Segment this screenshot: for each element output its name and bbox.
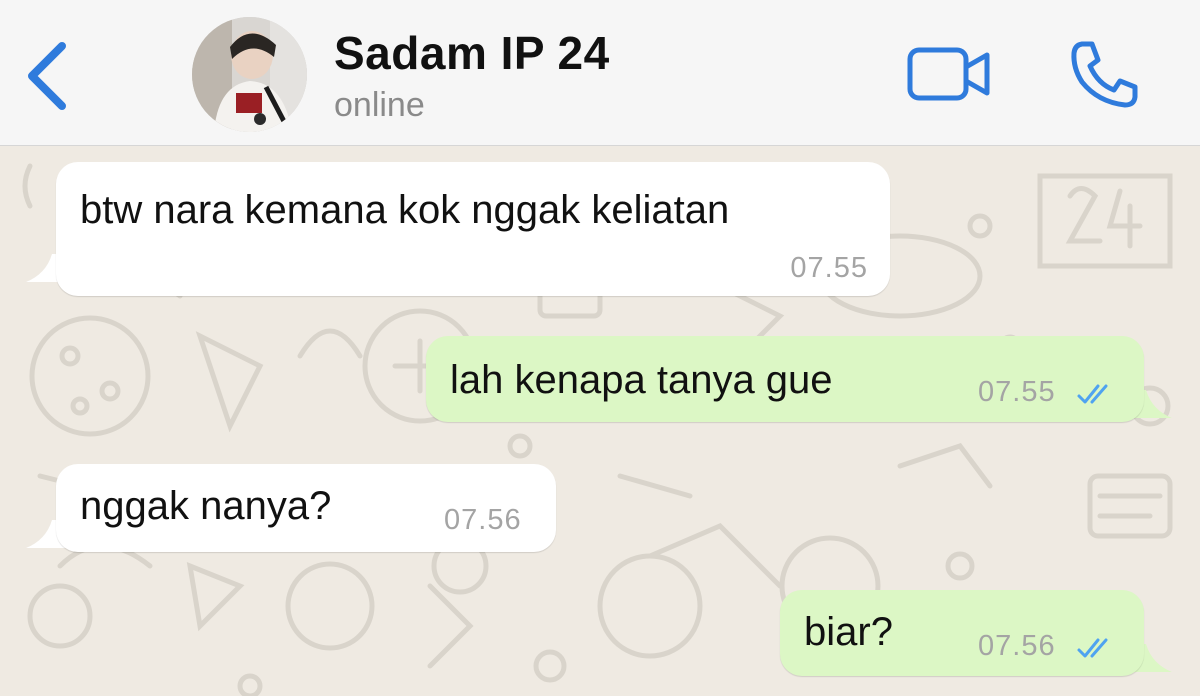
message-timestamp: 07.55: [790, 252, 868, 284]
double-check-icon: [1077, 384, 1108, 404]
message-text: btw nara kemana kok nggak keliatan: [80, 188, 730, 232]
phone-icon: [1071, 41, 1138, 108]
outgoing-message-bubble[interactable]: biar? 07.56: [780, 590, 1144, 676]
avatar[interactable]: [192, 17, 307, 132]
message-timestamp: 07.56: [444, 504, 522, 536]
avatar-photo: [192, 17, 307, 132]
message-timestamp: 07.56: [978, 630, 1056, 662]
incoming-message-bubble[interactable]: nggak nanya? 07.56: [56, 464, 556, 552]
video-camera-icon: [907, 47, 990, 101]
outgoing-message-bubble[interactable]: lah kenapa tanya gue 07.55: [426, 336, 1144, 422]
video-call-button[interactable]: [906, 45, 992, 103]
chat-header: Sadam IP 24 online: [0, 0, 1200, 146]
contact-name[interactable]: Sadam IP 24: [334, 26, 610, 80]
message-text: lah kenapa tanya gue: [450, 358, 833, 402]
message-list[interactable]: btw nara kemana kok nggak keliatan 07.55…: [0, 146, 1200, 696]
message-timestamp: 07.55: [978, 376, 1056, 408]
contact-status: online: [334, 86, 425, 124]
back-button[interactable]: [22, 38, 74, 114]
double-check-icon: [1077, 638, 1108, 658]
message-text: biar?: [804, 610, 893, 654]
incoming-message-bubble[interactable]: btw nara kemana kok nggak keliatan 07.55: [56, 162, 890, 296]
chevron-left-icon: [28, 42, 66, 110]
message-text: nggak nanya?: [80, 484, 332, 528]
voice-call-button[interactable]: [1068, 38, 1140, 110]
